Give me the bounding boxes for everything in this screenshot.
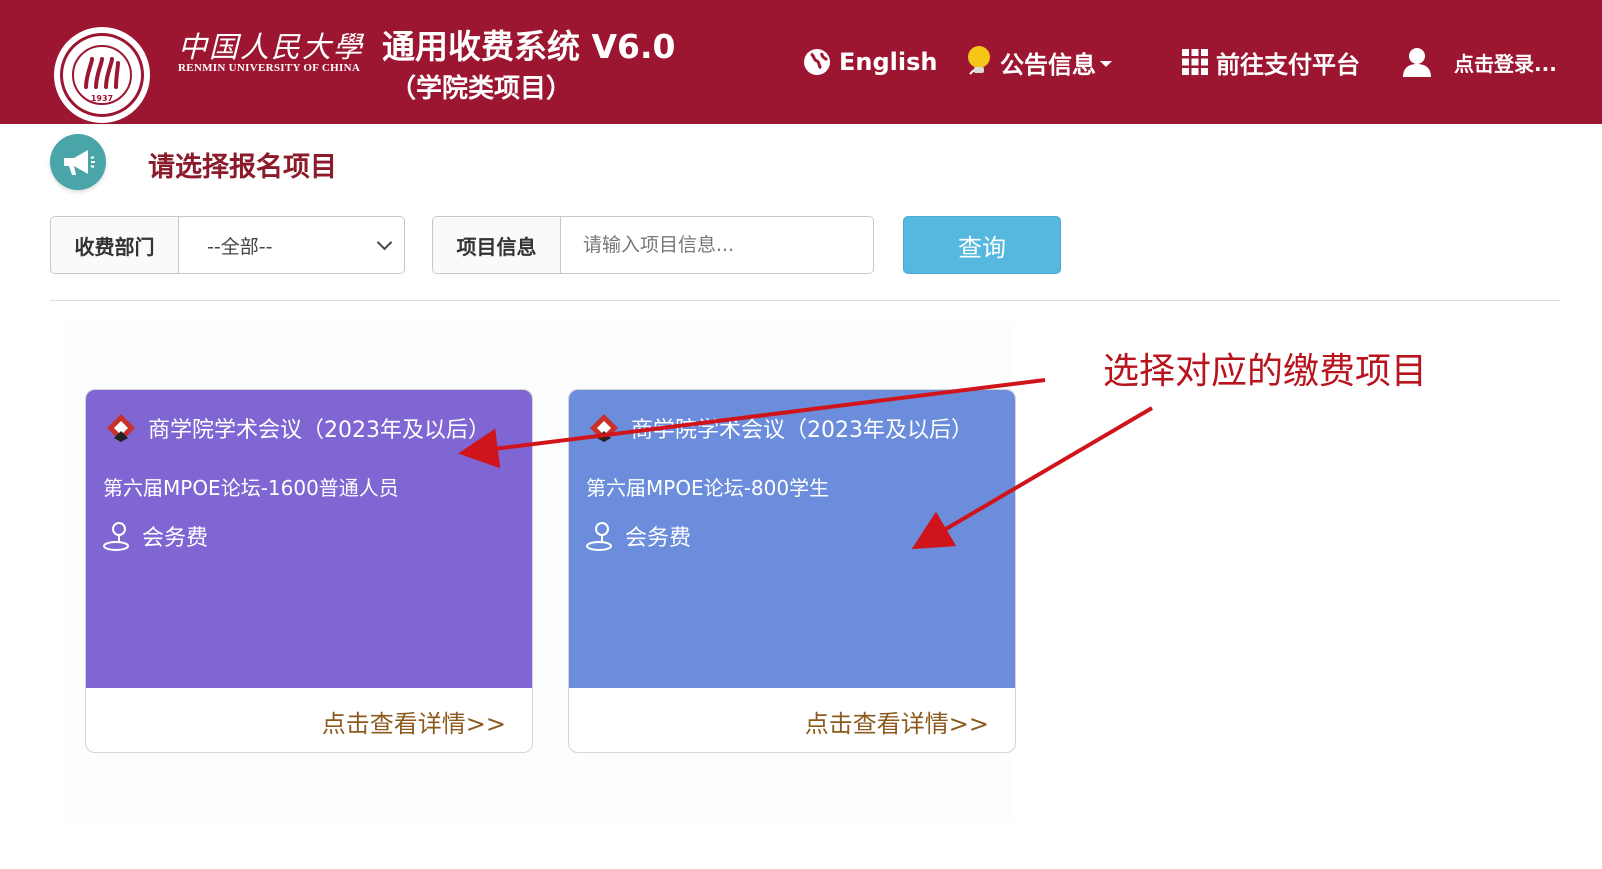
system-subtitle: （学院类项目） — [390, 74, 573, 104]
card-fee-label: 会务费 — [625, 526, 692, 551]
system-title: 通用收费系统 V6.0 — [382, 27, 676, 66]
nav-english-link[interactable]: English — [803, 42, 937, 82]
dept-selected-value: --全部-- — [207, 235, 273, 258]
card-fee-type: 会务费 — [102, 520, 208, 552]
nav-english-label: English — [839, 48, 938, 76]
project-card[interactable]: 商学院学术会议（2023年及以后） 第六届MPOE论坛-800学生 会务费 点击… — [568, 389, 1016, 753]
card-body: 商学院学术会议（2023年及以后） 第六届MPOE论坛-800学生 会务费 — [569, 390, 1015, 688]
card-header: 商学院学术会议（2023年及以后） — [589, 412, 973, 444]
divider — [50, 300, 1560, 301]
card-footer: 点击查看详情>> — [569, 688, 1015, 752]
user-icon — [1402, 47, 1432, 77]
university-name-cn: 中国人民大學 — [178, 30, 365, 64]
dept-filter: 收费部门 --全部-- — [50, 216, 405, 274]
globe-icon — [803, 48, 831, 76]
page-title: 请选择报名项目 — [148, 152, 337, 183]
person-location-icon — [585, 520, 617, 552]
seal-emblem-icon — [84, 57, 120, 89]
view-details-link[interactable]: 点击查看详情>> — [805, 704, 989, 739]
nav-pay-platform-link[interactable]: 前往支付平台 — [1182, 42, 1360, 82]
university-name-en: RENMIN UNIVERSITY OF CHINA — [178, 62, 361, 74]
header-bar: 1937 中国人民大學 RENMIN UNIVERSITY OF CHINA 通… — [0, 0, 1602, 124]
nav-login-label: 点击登录... — [1454, 51, 1557, 76]
chevron-down-icon — [376, 234, 393, 250]
card-header: 商学院学术会议（2023年及以后） — [106, 412, 490, 444]
lightbulb-icon — [964, 44, 992, 80]
card-project-name: 第六届MPOE论坛-800学生 — [586, 476, 830, 500]
project-filter: 项目信息 — [432, 216, 874, 274]
dept-label: 收费部门 — [51, 217, 179, 273]
diamond-logo-icon — [106, 413, 136, 443]
seal-year: 1937 — [90, 94, 114, 103]
view-details-link[interactable]: 点击查看详情>> — [322, 704, 506, 739]
megaphone-icon — [50, 134, 106, 190]
card-category: 商学院学术会议（2023年及以后） — [631, 418, 973, 443]
card-fee-type: 会务费 — [585, 520, 691, 552]
diamond-logo-icon — [589, 413, 619, 443]
grid-icon — [1182, 49, 1208, 75]
annotation-text: 选择对应的缴费项目 — [1103, 351, 1428, 392]
dept-select[interactable]: --全部-- — [179, 217, 404, 273]
project-search-input[interactable] — [561, 217, 873, 273]
project-label: 项目信息 — [433, 217, 561, 273]
nav-notice-label: 公告信息 — [1000, 50, 1096, 79]
caret-down-icon — [1100, 61, 1112, 67]
nav-pay-platform-label: 前往支付平台 — [1216, 50, 1360, 79]
card-project-name: 第六届MPOE论坛-1600普通人员 — [103, 476, 399, 500]
card-footer: 点击查看详情>> — [86, 688, 532, 752]
nav-notice-dropdown[interactable]: 公告信息 — [964, 42, 1112, 82]
query-button[interactable]: 查询 — [903, 216, 1061, 274]
card-category: 商学院学术会议（2023年及以后） — [148, 418, 490, 443]
nav-login-link[interactable]: 点击登录... — [1402, 42, 1557, 82]
card-body: 商学院学术会议（2023年及以后） 第六届MPOE论坛-1600普通人员 会务费 — [86, 390, 532, 688]
project-card[interactable]: 商学院学术会议（2023年及以后） 第六届MPOE论坛-1600普通人员 会务费… — [85, 389, 533, 753]
card-fee-label: 会务费 — [142, 526, 209, 551]
university-seal-logo: 1937 — [54, 27, 150, 123]
person-location-icon — [102, 520, 134, 552]
